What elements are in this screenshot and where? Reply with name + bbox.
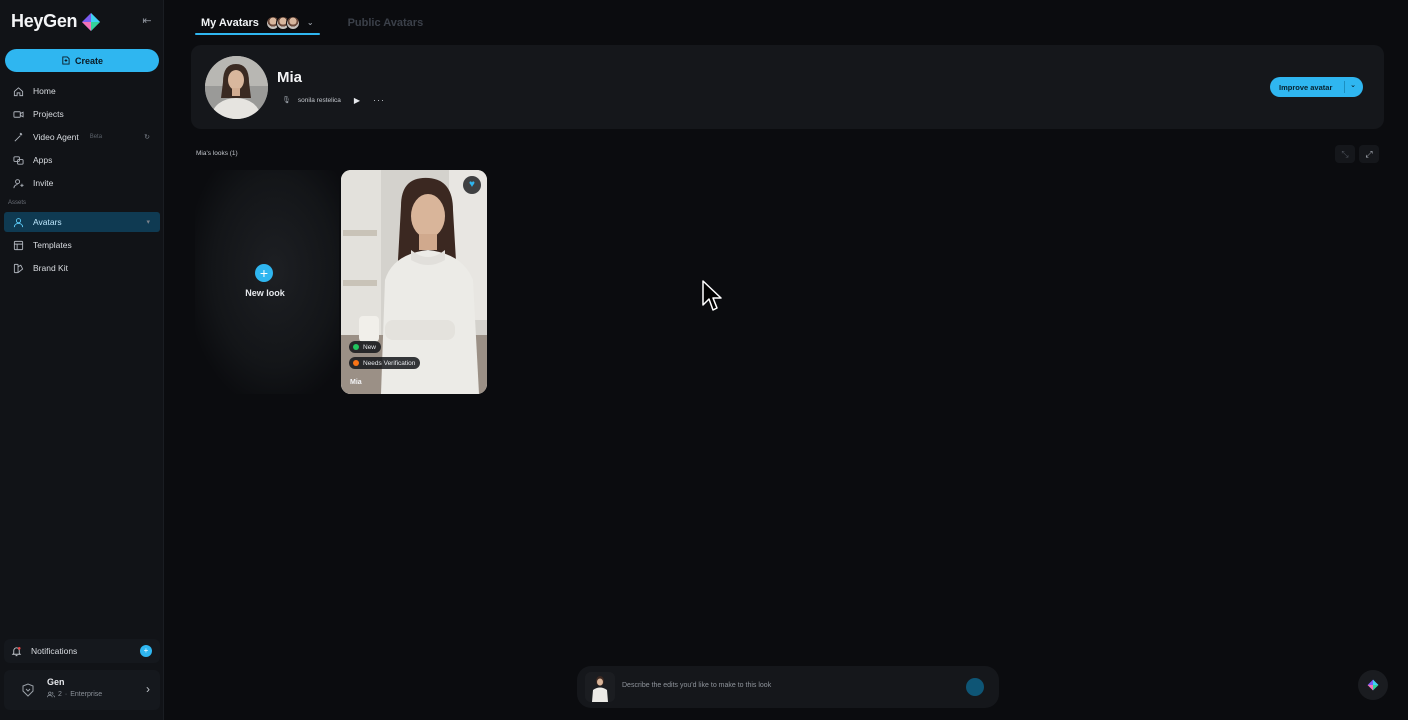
- history-icon[interactable]: ↻: [144, 133, 150, 141]
- bell-icon: [11, 646, 22, 656]
- sidebar-item-label: Home: [33, 86, 56, 96]
- avatar-name: Mia: [277, 69, 303, 86]
- help-assistant-button[interactable]: [1358, 670, 1388, 700]
- new-look-card[interactable]: + New look: [195, 170, 339, 394]
- mini-avatar: [285, 15, 300, 30]
- play-icon[interactable]: ▶: [354, 96, 360, 105]
- sidebar-item-label: Video Agent: [33, 132, 79, 142]
- improve-avatar-label: Improve avatar: [1279, 82, 1333, 92]
- avatar-header: Mia 🎙︎ sonila restelica ▶ ··· Improve av…: [191, 45, 1384, 129]
- sidebar-item-templates[interactable]: Templates: [4, 235, 160, 255]
- status-badge-verification: Needs Verification: [349, 357, 421, 369]
- button-divider: [1344, 81, 1345, 93]
- sidebar-item-apps[interactable]: Apps: [4, 150, 160, 170]
- sidebar-item-label: Brand Kit: [33, 263, 68, 273]
- mouse-cursor-icon: [702, 280, 722, 311]
- voice-row: 🎙︎ sonila restelica ▶ ···: [282, 95, 385, 105]
- sidebar-item-label: Projects: [33, 109, 64, 119]
- voice-icon: 🎙︎: [282, 97, 291, 104]
- workspace-icon: [22, 683, 34, 697]
- look-name: Mia: [350, 379, 362, 386]
- heygen-logo-icon: [82, 12, 101, 31]
- create-icon: [62, 56, 70, 65]
- heygen-assistant-icon: [1367, 679, 1379, 691]
- magic-wand-icon: [12, 131, 24, 143]
- account-name: Gen: [47, 677, 65, 687]
- sidebar-item-label: Apps: [33, 155, 53, 165]
- tab-my-avatars[interactable]: My Avatars ⌄: [195, 10, 320, 35]
- assets-nav: Avatars ▾ Templates Brand Kit: [4, 212, 160, 281]
- sidebar-item-home[interactable]: Home: [4, 81, 160, 101]
- edit-prompt-bar[interactable]: Describe the edits you'd like to make to…: [577, 666, 999, 708]
- chevron-right-icon: ›: [146, 682, 150, 696]
- avatar-photo: [205, 56, 268, 119]
- sidebar-item-avatars[interactable]: Avatars ▾: [4, 212, 160, 232]
- heart-icon[interactable]: ♥: [463, 176, 481, 194]
- notifications-badge: +: [140, 645, 152, 657]
- avatar-portrait[interactable]: [205, 56, 268, 119]
- improve-avatar-button[interactable]: Improve avatar ⌄: [1270, 77, 1363, 97]
- avatar-icon: [12, 216, 24, 228]
- look-thumbnail: [585, 672, 615, 702]
- plan-name: Enterprise: [70, 691, 103, 698]
- voice-name[interactable]: sonila restelica: [298, 97, 341, 104]
- orange-dot-icon: [353, 360, 359, 366]
- view-controls: ⤡ ⤢: [1335, 145, 1379, 163]
- create-button[interactable]: Create: [5, 49, 159, 72]
- new-look-label: New look: [245, 288, 285, 298]
- sidebar-item-brand-kit[interactable]: Brand Kit: [4, 258, 160, 278]
- plan-separator: ·: [64, 691, 68, 698]
- sidebar-item-label: Templates: [33, 240, 72, 250]
- sidebar-item-projects[interactable]: Projects: [4, 104, 160, 124]
- template-icon: [12, 239, 24, 251]
- tab-label: Public Avatars: [347, 16, 424, 29]
- sidebar-item-label: Avatars: [33, 217, 62, 227]
- looks-section-label: Mia's looks (1): [196, 150, 238, 157]
- avatar-stack: [265, 15, 300, 30]
- assets-section-label: Assets: [8, 200, 27, 206]
- main-content: My Avatars ⌄ Public Avatars Mia 🎙︎ sonil…: [165, 0, 1408, 720]
- account-switcher[interactable]: Gen 2 · Enterprise ›: [4, 670, 160, 710]
- tab-label: My Avatars: [201, 16, 259, 29]
- chevron-down-icon[interactable]: ⌄: [307, 18, 314, 27]
- status-badge-new: New: [349, 341, 382, 353]
- member-count: 2: [58, 691, 62, 698]
- more-options-icon[interactable]: ···: [373, 95, 385, 105]
- badge-label: New: [363, 343, 377, 351]
- collapse-sidebar-icon[interactable]: ⇤: [140, 14, 154, 28]
- brand-kit-icon: [12, 262, 24, 274]
- video-camera-icon: [12, 108, 24, 120]
- create-label: Create: [74, 55, 103, 66]
- send-button[interactable]: [966, 678, 984, 696]
- shrink-icon[interactable]: ⤡: [1335, 145, 1355, 163]
- avatar-tabs: My Avatars ⌄ Public Avatars: [195, 10, 429, 35]
- apps-icon: [12, 154, 24, 166]
- users-icon: [47, 691, 55, 698]
- notifications-label: Notifications: [31, 646, 78, 656]
- sidebar: HeyGen ⇤ Create Home Projects Video Agen…: [0, 0, 164, 720]
- beta-badge: Beta: [89, 134, 103, 140]
- notifications-button[interactable]: Notifications +: [4, 639, 160, 663]
- add-user-icon: [12, 177, 24, 189]
- badge-label: Needs Verification: [363, 359, 416, 367]
- account-meta: 2 · Enterprise: [47, 691, 102, 698]
- tab-public-avatars[interactable]: Public Avatars: [342, 10, 430, 35]
- expand-icon[interactable]: ⤢: [1359, 145, 1379, 163]
- look-card[interactable]: ♥ New Needs Verification Mia: [341, 170, 487, 394]
- chevron-down-icon[interactable]: ⌄: [1350, 81, 1356, 89]
- look-thumbnail-photo: [585, 672, 615, 702]
- main-nav: Home Projects Video Agent Beta ↻ Apps In…: [4, 81, 160, 196]
- green-dot-icon: [353, 344, 359, 350]
- chevron-down-icon[interactable]: ▾: [146, 218, 150, 226]
- prompt-input[interactable]: Describe the edits you'd like to make to…: [622, 682, 771, 689]
- plus-icon: +: [255, 264, 273, 282]
- sidebar-item-video-agent[interactable]: Video Agent Beta ↻: [4, 127, 160, 147]
- sidebar-item-invite[interactable]: Invite: [4, 173, 160, 193]
- logo-text: HeyGen: [11, 11, 78, 31]
- heygen-logo[interactable]: HeyGen: [11, 11, 101, 32]
- home-icon: [12, 85, 24, 97]
- sidebar-item-label: Invite: [33, 178, 54, 188]
